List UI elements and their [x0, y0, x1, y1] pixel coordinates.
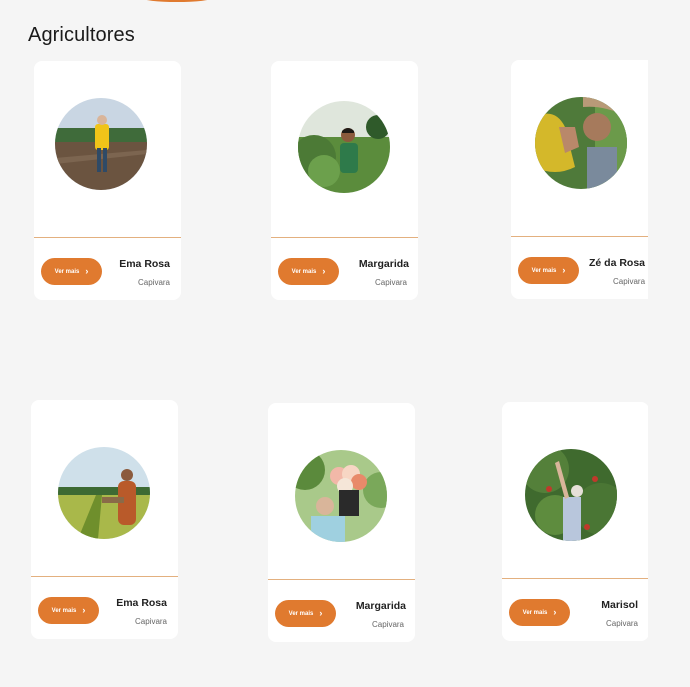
- farmer-card: Ver mais › Margarida Capivara: [268, 403, 415, 642]
- farmer-photo: [298, 101, 390, 193]
- card-image-area: [268, 403, 415, 580]
- ver-mais-button[interactable]: Ver mais ›: [518, 257, 579, 284]
- card-image-area: [34, 61, 181, 238]
- card-image-area: [271, 61, 418, 238]
- farmer-location: Capivara: [605, 619, 638, 628]
- farmer-photo: [535, 97, 627, 189]
- ver-mais-label: Ver mais: [288, 610, 314, 617]
- viewport-right-edge: [648, 0, 690, 687]
- ver-mais-button[interactable]: Ver mais ›: [38, 597, 99, 624]
- chevron-right-icon: ›: [562, 265, 566, 275]
- farmer-location: Capivara: [137, 278, 170, 287]
- farmer-name: Margarida: [355, 600, 406, 612]
- ver-mais-button[interactable]: Ver mais ›: [41, 258, 102, 285]
- chevron-right-icon: ›: [553, 607, 557, 617]
- farmer-name: Marisol: [601, 599, 638, 611]
- chevron-right-icon: ›: [82, 605, 86, 615]
- farmer-photo: [295, 450, 387, 542]
- ver-mais-label: Ver mais: [291, 268, 317, 275]
- ver-mais-label: Ver mais: [522, 609, 548, 616]
- farmer-photo: [58, 447, 150, 539]
- chevron-right-icon: ›: [322, 266, 326, 276]
- farmer-name: Margarida: [358, 258, 409, 270]
- farmer-photo: [525, 449, 617, 541]
- farmer-photo: [55, 98, 147, 190]
- ver-mais-button[interactable]: Ver mais ›: [509, 599, 570, 626]
- farmer-location: Capivara: [374, 278, 407, 287]
- ver-mais-label: Ver mais: [531, 267, 557, 274]
- farmer-card: Ver mais › Margarida Capivara: [271, 61, 418, 300]
- farmer-card: Ver mais › Marisol Capivara: [502, 402, 649, 641]
- farmer-name: Zé da Rosa: [589, 257, 646, 269]
- farmer-card: Ver mais › Ema Rosa Capivara: [34, 61, 181, 300]
- header-arc-decoration: [142, 0, 212, 2]
- farmer-location: Capivara: [134, 617, 167, 626]
- farmer-location: Capivara: [371, 620, 404, 629]
- ver-mais-label: Ver mais: [51, 607, 77, 614]
- card-image-area: [511, 60, 658, 237]
- farmer-card: Ver mais › Zé da Rosa Capivara: [511, 60, 658, 299]
- card-image-area: [502, 402, 649, 579]
- ver-mais-label: Ver mais: [54, 268, 80, 275]
- ver-mais-button[interactable]: Ver mais ›: [275, 600, 336, 627]
- farmer-card: Ver mais › Ema Rosa Capivara: [31, 400, 178, 639]
- farmer-name: Ema Rosa: [116, 597, 167, 609]
- chevron-right-icon: ›: [319, 608, 323, 618]
- ver-mais-button[interactable]: Ver mais ›: [278, 258, 339, 285]
- card-image-area: [31, 400, 178, 577]
- chevron-right-icon: ›: [85, 266, 89, 276]
- page-title: Agricultores: [28, 24, 135, 46]
- farmer-location: Capivara: [613, 277, 646, 286]
- farmer-name: Ema Rosa: [119, 258, 170, 270]
